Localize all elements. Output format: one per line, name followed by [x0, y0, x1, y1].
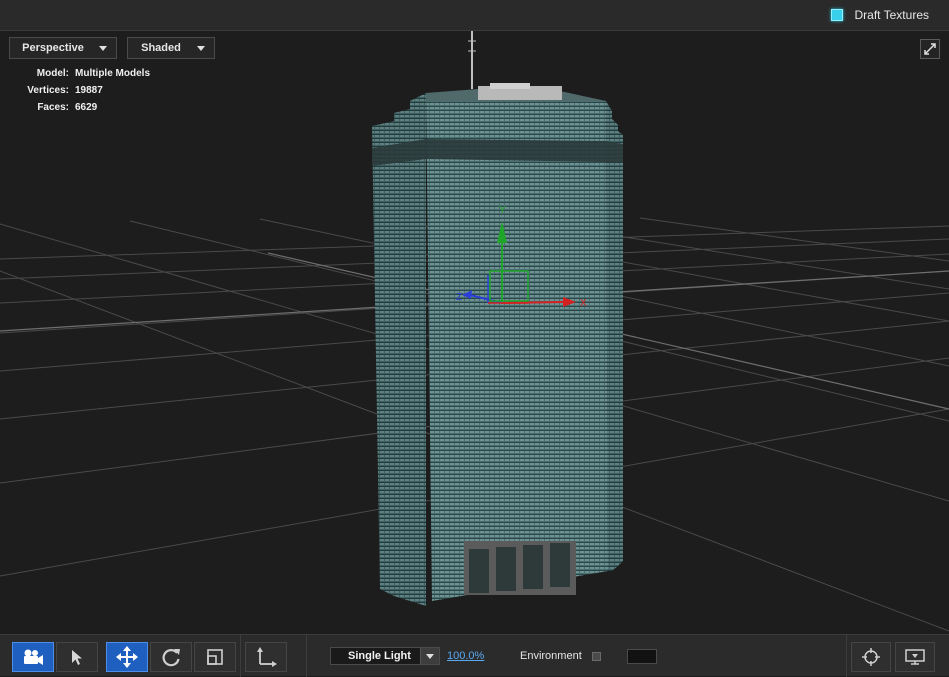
vertices-label: Vertices:	[27, 85, 69, 96]
rotate-tool-button[interactable]	[150, 642, 192, 672]
shading-mode-dropdown[interactable]: Shaded	[127, 37, 215, 59]
environment-label: Environment	[520, 650, 582, 662]
light-mode-label: Single Light	[348, 650, 411, 662]
draft-textures-label: Draft Textures	[854, 8, 929, 22]
toolbar-divider	[306, 635, 307, 677]
chevron-down-icon	[420, 648, 439, 664]
model-label: Model:	[36, 68, 69, 79]
vertices-value: 19887	[75, 85, 103, 96]
scene-canvas[interactable]: X Y Z	[0, 31, 949, 634]
light-mode-select[interactable]: Single Light	[330, 647, 440, 665]
model-value: Multiple Models	[75, 68, 150, 79]
axis-tool-button[interactable]	[245, 642, 287, 672]
faces-label: Faces:	[37, 102, 69, 113]
focus-target-button[interactable]	[851, 642, 891, 672]
chevron-down-icon	[99, 46, 107, 51]
faces-value: 6629	[75, 102, 98, 113]
pointer-icon	[72, 650, 82, 665]
monitor-icon	[905, 649, 925, 665]
shading-mode-label: Shaded	[141, 42, 181, 54]
top-bar: Draft Textures	[0, 0, 949, 31]
view-mode-label: Perspective	[22, 42, 84, 54]
3d-viewport[interactable]: X Y Z Perspective Shaded Model: Multiple…	[0, 31, 949, 634]
toolbar-divider	[240, 635, 241, 677]
model-stats: Model: Multiple Models Vertices: 19887 F…	[10, 65, 150, 116]
display-settings-button[interactable]	[895, 642, 935, 672]
gizmo-y-label: Y	[499, 205, 506, 216]
bottom-toolbar: Single Light 100.0% Environment	[0, 634, 949, 677]
environment-color-swatch[interactable]	[627, 649, 657, 664]
axis-icon	[257, 647, 277, 667]
view-mode-dropdown[interactable]: Perspective	[9, 37, 117, 59]
chevron-down-icon	[197, 46, 205, 51]
environment-checkbox[interactable]	[592, 652, 601, 661]
scale-icon	[207, 649, 223, 665]
select-tool-button[interactable]	[56, 642, 98, 672]
toolbar-divider	[846, 635, 847, 677]
gizmo-x-label: X	[580, 298, 587, 309]
draft-textures-checkbox[interactable]	[830, 9, 843, 21]
building-model[interactable]	[372, 31, 623, 606]
expand-viewport-button[interactable]	[920, 39, 940, 59]
target-icon	[862, 648, 880, 666]
move-icon	[116, 646, 138, 668]
move-tool-button[interactable]	[106, 642, 148, 672]
draft-textures-toggle[interactable]: Draft Textures	[830, 8, 929, 22]
rotate-icon	[162, 649, 180, 667]
scale-tool-button[interactable]	[194, 642, 236, 672]
expand-icon	[924, 43, 936, 55]
camera-tool-button[interactable]	[12, 642, 54, 672]
light-intensity-value[interactable]: 100.0%	[447, 650, 484, 662]
camera-icon	[24, 649, 43, 665]
gizmo-z-label: Z	[456, 292, 462, 303]
